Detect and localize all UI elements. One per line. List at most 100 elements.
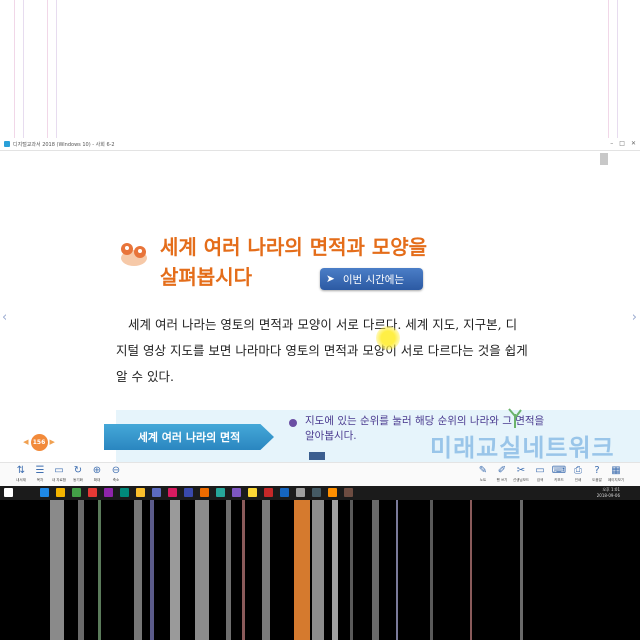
next-page-arrow-icon[interactable]: › xyxy=(632,310,637,325)
view-mode-button[interactable]: ▦ 페이지보기 xyxy=(607,464,625,486)
my-data-icon: ▭ xyxy=(54,465,64,476)
bullet-icon xyxy=(289,419,297,427)
print-icon: ⎙ xyxy=(574,465,582,476)
screen-stripe xyxy=(78,500,84,640)
note-icon: ✎ xyxy=(478,465,488,476)
sync-label: 동기화 xyxy=(73,478,83,482)
my-book-label: 내서재 xyxy=(16,478,26,482)
taskbar-app-icon[interactable] xyxy=(56,488,65,497)
windows-taskbar: 오후 1:01 2018-09-06 xyxy=(0,486,640,500)
tray-date: 2018-09-06 xyxy=(596,493,620,498)
bottom-stripe-area xyxy=(0,500,640,640)
contents-icon: ☰ xyxy=(35,465,45,476)
teacher-mode-icon: ✂ xyxy=(516,465,526,476)
keyboard-icon: ⌨ xyxy=(551,465,567,476)
taskbar-app-icon[interactable] xyxy=(200,488,209,497)
keyboard-button[interactable]: ⌨ 키보드 xyxy=(550,464,568,486)
cursor-icon: ➤ xyxy=(326,273,335,285)
taskbar-app-icon[interactable] xyxy=(184,488,193,497)
screen-stripe xyxy=(134,500,142,640)
taskbar-app-icon[interactable] xyxy=(152,488,161,497)
print-label: 인쇄 xyxy=(574,478,582,482)
taskbar-app-icon[interactable] xyxy=(264,488,273,497)
taskbar-app-icon[interactable] xyxy=(72,488,81,497)
taskbar-app-icon[interactable] xyxy=(344,488,353,497)
lesson-body-text: 세계 여러 나라는 영토의 면적과 모양이 서로 다르다. 세계 지도, 지구본… xyxy=(116,317,528,384)
taskbar-app-icon[interactable] xyxy=(248,488,257,497)
screen-stripe xyxy=(195,500,209,640)
screen-stripe xyxy=(350,500,353,640)
my-book-button[interactable]: ⇅ 내서재 xyxy=(12,464,30,486)
help-label: 도움말 xyxy=(592,478,602,482)
help-button[interactable]: ? 도움말 xyxy=(588,464,606,486)
leaf-icon xyxy=(508,408,522,428)
note-button[interactable]: ✎ 노트 xyxy=(474,464,492,486)
taskbar-app-icon[interactable] xyxy=(88,488,97,497)
this-time-button[interactable]: ➤ 이번 시간에는 xyxy=(320,268,423,290)
keyboard-label: 키보드 xyxy=(554,478,564,482)
top-stripe-area xyxy=(0,0,640,138)
eraser-label: 검색 xyxy=(536,478,544,482)
teacher-mode-label: 선생님모드 xyxy=(512,478,530,482)
view-mode-label: 페이지보기 xyxy=(607,478,625,482)
taskbar-app-icon[interactable] xyxy=(168,488,177,497)
pen-button[interactable]: ✐ 펜 쓰기 xyxy=(493,464,511,486)
close-icon[interactable]: ✕ xyxy=(631,140,636,147)
page-number-badge[interactable]: ◀ 156 ▶ xyxy=(22,433,56,451)
page-left-icon[interactable]: ◀ xyxy=(23,438,28,446)
taskbar-app-icon[interactable] xyxy=(328,488,337,497)
screen-stripe xyxy=(170,500,180,640)
taskbar-app-icon[interactable] xyxy=(216,488,225,497)
textbook-page: ‹ › 세계 여러 나라의 면적과 모양을 살펴봅시다 ➤ 이번 시간에는 세계… xyxy=(0,152,640,462)
my-data-button[interactable]: ▭ 내 자료함 xyxy=(50,464,68,486)
teacher-mode-button[interactable]: ✂ 선생님모드 xyxy=(512,464,530,486)
screen-stripe xyxy=(242,500,245,640)
screen-stripe xyxy=(262,500,270,640)
screen-stripe xyxy=(50,500,64,640)
lesson-bird-icon xyxy=(121,243,147,266)
screen-stripe xyxy=(372,500,379,640)
screen-stripe xyxy=(470,500,472,640)
zoom-in-button[interactable]: ⊕ 확대 xyxy=(88,464,106,486)
map-thumbnail[interactable] xyxy=(309,452,325,460)
sync-button[interactable]: ↻ 동기화 xyxy=(69,464,87,486)
system-tray: 오후 1:01 2018-09-06 xyxy=(597,487,620,499)
screen-stripe xyxy=(150,500,154,640)
bookmark-icon[interactable] xyxy=(600,153,608,165)
screen-stripe xyxy=(226,500,231,640)
page-right-icon[interactable]: ▶ xyxy=(50,438,55,446)
start-icon[interactable] xyxy=(4,488,13,497)
taskbar-app-icon[interactable] xyxy=(104,488,113,497)
minimize-icon[interactable]: – xyxy=(610,140,613,147)
taskbar-app-icon[interactable] xyxy=(136,488,145,497)
app-icon xyxy=(4,141,10,147)
print-button[interactable]: ⎙ 인쇄 xyxy=(569,464,587,486)
contents-button[interactable]: ☰ 목차 xyxy=(31,464,49,486)
lesson-heading-line1: 세계 여러 나라의 면적과 모양을 xyxy=(160,235,428,259)
taskbar-app-icon[interactable] xyxy=(312,488,321,497)
taskbar-app-icon[interactable] xyxy=(296,488,305,497)
screen-stripe xyxy=(294,500,310,640)
taskbar-app-icon[interactable] xyxy=(40,488,49,497)
screen-stripe xyxy=(396,500,398,640)
taskbar-app-icon[interactable] xyxy=(280,488,289,497)
screen-stripe xyxy=(430,500,433,640)
window-title: 디지털교과서 2018 (Windows 10) - 사회 6-2 xyxy=(13,141,115,148)
maximize-icon[interactable]: □ xyxy=(619,140,625,147)
lesson-body: 세계 여러 나라는 영토의 면적과 모양이 서로 다르다. 세계 지도, 지구본… xyxy=(116,312,528,390)
screen-stripe xyxy=(312,500,324,640)
app-toolbar: ⇅ 내서재 ☰ 목차 ▭ 내 자료함 ↻ 동기화 ⊕ 확대 ⊖ 축소 ✎ 노트 ✐ 펜 쓰기 ✂ 선생님모드 ▭ 검색… xyxy=(0,462,640,486)
pen-icon: ✐ xyxy=(497,465,507,476)
note-label: 노트 xyxy=(479,478,487,482)
section-label: 세계 여러 나라의 면적 xyxy=(104,424,274,450)
contents-label: 목차 xyxy=(36,478,44,482)
eraser-button[interactable]: ▭ 검색 xyxy=(531,464,549,486)
zoom-out-button[interactable]: ⊖ 축소 xyxy=(107,464,125,486)
my-data-label: 내 자료함 xyxy=(52,478,66,482)
pointer-highlight xyxy=(376,326,400,350)
prev-page-arrow-icon[interactable]: ‹ xyxy=(2,310,7,325)
window-title-bar: 디지털교과서 2018 (Windows 10) - 사회 6-2 – □ ✕ xyxy=(0,138,640,151)
taskbar-app-icon[interactable] xyxy=(120,488,129,497)
this-time-label: 이번 시간에는 xyxy=(342,273,405,286)
taskbar-app-icon[interactable] xyxy=(232,488,241,497)
